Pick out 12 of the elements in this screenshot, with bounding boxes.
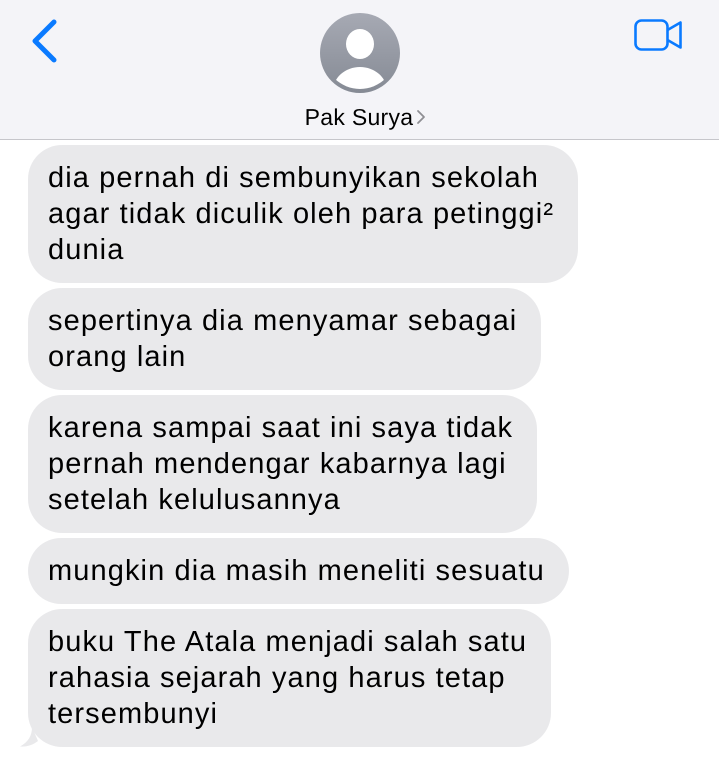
- message-bubble: sepertinya dia menyamar sebagai orang lain: [28, 288, 542, 390]
- contact-name[interactable]: Pak Surya: [304, 103, 426, 131]
- chevron-right-icon: [416, 109, 426, 125]
- back-button[interactable]: [31, 19, 57, 63]
- video-call-button[interactable]: [634, 19, 683, 51]
- message-bubble: mungkin dia masih meneliti sesuatu: [28, 538, 569, 604]
- message-bubble: karena sampai saat ini saya tidak pernah mendengar kabarnya lagi setelah kelulusannya: [28, 395, 538, 533]
- avatar-icon[interactable]: [320, 13, 400, 93]
- video-camera-icon: [634, 19, 683, 51]
- message-bubble: buku The Atala menjadi salah satu rahasia sejarah yang harus tetap tersembunyi: [28, 609, 552, 747]
- message-bubble: dia pernah di sembunyikan sekolah agar tidak diculik oleh para petinggi² dunia: [28, 145, 578, 283]
- back-icon: [31, 19, 57, 63]
